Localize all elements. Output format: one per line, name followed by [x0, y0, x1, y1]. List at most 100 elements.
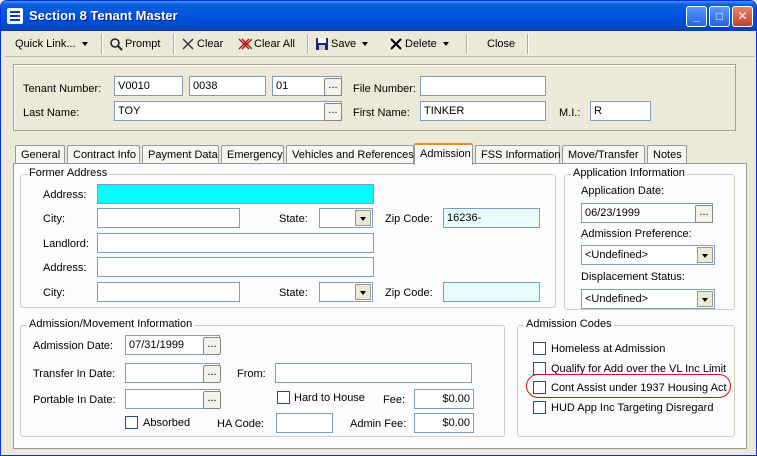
admission-codes-title: Admission Codes — [524, 318, 614, 330]
caret-icon — [81, 42, 88, 47]
admin-fee-label: Admin Fee: — [350, 418, 407, 430]
landlord-field[interactable] — [97, 233, 374, 253]
tab-admission[interactable]: Admission — [414, 143, 473, 165]
absorbed-checkbox[interactable] — [125, 416, 138, 429]
portable-in-date-label: Portable In Date: — [33, 394, 116, 406]
file-number-field[interactable] — [420, 76, 546, 96]
admission-preference-value: <Undefined> — [585, 249, 648, 261]
displacement-status-label: Displacement Status: — [581, 271, 685, 283]
homeless-label: Homeless at Admission — [551, 343, 666, 355]
hard-to-house-label: Hard to House — [294, 392, 365, 404]
hard-to-house-checkbox[interactable] — [277, 391, 290, 404]
mi-field[interactable]: R — [590, 101, 651, 121]
admission-date-ellipsis-icon[interactable]: ... — [203, 337, 221, 355]
save-button[interactable]: Save — [315, 34, 369, 54]
prompt-button[interactable]: Prompt — [109, 34, 160, 54]
landlord-state-label: State: — [279, 287, 308, 299]
dropdown-arrow-icon[interactable] — [355, 284, 371, 300]
delete-label: Delete — [405, 38, 437, 50]
fee-label: Fee: — [383, 394, 406, 406]
tenant-number-field-2[interactable]: 0038 — [189, 76, 266, 96]
zip-field[interactable]: 16236- — [443, 208, 540, 228]
tab-vehicles-references[interactable]: Vehicles and References — [286, 145, 414, 164]
delete-button[interactable]: Delete — [389, 34, 449, 54]
displacement-status-value: <Undefined> — [585, 293, 648, 305]
landlord-state-select[interactable] — [319, 282, 373, 302]
admin-fee-field[interactable]: $0.00 — [414, 413, 474, 433]
homeless-checkbox[interactable] — [533, 342, 546, 355]
quick-link-button[interactable]: Quick Link... — [15, 34, 88, 54]
zip-label: Zip Code: — [385, 213, 433, 225]
caret-icon — [362, 42, 369, 47]
close-label: Close — [487, 38, 516, 50]
absorbed-label: Absorbed — [143, 417, 191, 429]
first-name-field[interactable]: TINKER — [420, 101, 546, 121]
landlord-label: Landlord: — [43, 238, 89, 250]
separator — [466, 34, 467, 54]
tab-payment-data[interactable]: Payment Data — [142, 145, 219, 164]
admission-date-label: Admission Date: — [33, 340, 114, 352]
tab-contract-info[interactable]: Contract Info — [67, 145, 140, 164]
window-title: Section 8 Tenant Master — [29, 8, 178, 23]
clear-all-label: Clear All — [254, 38, 295, 50]
last-name-label: Last Name: — [23, 107, 80, 119]
state-select[interactable] — [319, 208, 373, 228]
application-date-field[interactable]: 06/23/1999 — [581, 203, 713, 223]
admission-tab-panel: Former Address Address: City: State: Zip… — [13, 163, 747, 449]
application-date-ellipsis-icon[interactable]: ... — [695, 205, 713, 223]
last-name-lookup-ellipsis-icon[interactable]: ... — [324, 103, 342, 121]
separator — [527, 34, 528, 54]
transfer-in-date-label: Transfer In Date: — [33, 368, 116, 380]
tab-fss-information[interactable]: FSS Information — [475, 145, 560, 164]
landlord-address-label: Address: — [43, 262, 87, 274]
mi-label: M.I.: — [559, 107, 581, 119]
ha-code-field[interactable] — [276, 413, 333, 433]
landlord-address-field[interactable] — [97, 257, 374, 277]
admission-preference-label: Admission Preference: — [581, 228, 692, 240]
close-icon[interactable]: ✕ — [732, 6, 753, 27]
landlord-zip-label: Zip Code: — [385, 287, 433, 299]
transfer-in-date-ellipsis-icon[interactable]: ... — [203, 365, 221, 383]
admission-movement-group: Admission/Movement Information Admission… — [20, 318, 505, 437]
admission-preference-select[interactable]: <Undefined> — [581, 245, 715, 265]
caret-icon — [442, 42, 449, 47]
tab-move-transfer[interactable]: Move/Transfer — [562, 145, 645, 164]
portable-in-date-ellipsis-icon[interactable]: ... — [203, 391, 221, 409]
minimize-icon[interactable]: _ — [686, 6, 707, 27]
quick-link-label: Quick Link... — [15, 38, 76, 50]
tab-general[interactable]: General — [15, 145, 65, 164]
state-label: State: — [279, 213, 308, 225]
title-bar: Section 8 Tenant Master _ □ ✕ — [1, 1, 756, 31]
landlord-zip-field[interactable] — [443, 282, 540, 302]
highlight-circle — [526, 374, 731, 398]
tenant-lookup-ellipsis-icon[interactable]: ... — [324, 78, 342, 96]
last-name-field[interactable]: TOY — [114, 101, 342, 121]
dropdown-arrow-icon[interactable] — [697, 247, 713, 263]
tenant-number-field-1[interactable]: V0010 — [114, 76, 183, 96]
landlord-city-field[interactable] — [97, 282, 240, 302]
former-address-group: Former Address Address: City: State: Zip… — [20, 167, 556, 308]
hud-app-checkbox[interactable] — [533, 401, 546, 414]
former-address-field[interactable] — [97, 184, 374, 204]
fee-field[interactable]: $0.00 — [414, 389, 474, 409]
tenant-master-window: Section 8 Tenant Master _ □ ✕ Quick Link… — [0, 0, 757, 456]
tab-notes[interactable]: Notes — [647, 145, 687, 164]
displacement-status-select[interactable]: <Undefined> — [581, 289, 715, 309]
delete-icon — [389, 37, 403, 51]
city-field[interactable] — [97, 208, 240, 228]
maximize-icon[interactable]: □ — [709, 6, 730, 27]
app-icon — [7, 8, 23, 24]
save-label: Save — [331, 38, 357, 50]
dropdown-arrow-icon[interactable] — [355, 210, 371, 226]
tab-emergency[interactable]: Emergency — [221, 145, 284, 164]
clear-all-button[interactable]: Clear All — [238, 34, 295, 54]
tenant-number-label: Tenant Number: — [23, 83, 102, 95]
dropdown-arrow-icon[interactable] — [697, 291, 713, 307]
clear-button[interactable]: Clear — [181, 34, 223, 54]
prompt-label: Prompt — [125, 38, 161, 50]
from-field[interactable] — [275, 363, 472, 383]
application-info-group: Application Information Application Date… — [564, 167, 735, 310]
close-button[interactable]: Close — [487, 34, 515, 54]
admission-codes-group: Admission Codes Homeless at Admission Qu… — [517, 318, 735, 437]
hud-app-label: HUD App Inc Targeting Disregard — [551, 402, 714, 414]
